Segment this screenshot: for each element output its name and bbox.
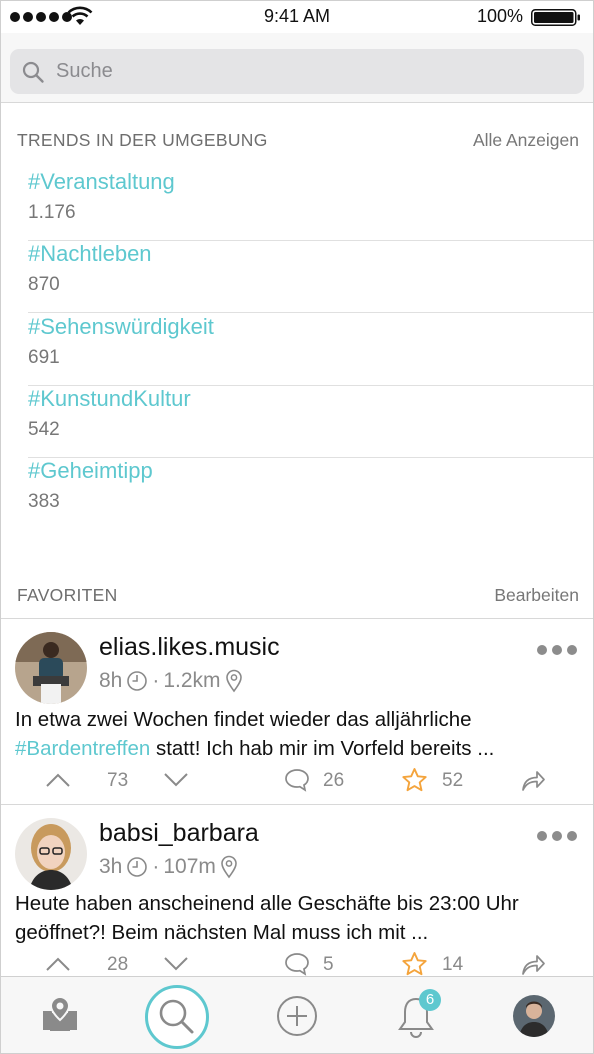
vote-count: 73	[107, 770, 129, 791]
post-age: 3h	[99, 855, 123, 878]
downvote-icon[interactable]	[163, 772, 189, 788]
upvote-icon[interactable]	[45, 772, 71, 788]
trend-item[interactable]: #Sehenswürdigkeit 691	[28, 314, 593, 386]
post-hashtag[interactable]: #Bardentreffen	[15, 737, 150, 760]
trend-count: 1.176	[28, 202, 76, 223]
post-text-part: statt! Ich hab mir im Vorfeld bereits ..…	[150, 737, 495, 760]
trend-item[interactable]: #Geheimtipp 383	[28, 458, 593, 530]
notification-badge: 6	[419, 989, 441, 1011]
search-input[interactable]: Suche	[10, 49, 584, 94]
username[interactable]: elias.likes.music	[99, 633, 280, 662]
post-text[interactable]: In etwa zwei Wochen findet wieder das al…	[15, 705, 581, 763]
post-distance: 107m	[163, 855, 216, 878]
trend-count: 542	[28, 419, 60, 440]
battery-icon	[531, 9, 580, 26]
upvote-icon[interactable]	[45, 956, 71, 972]
post-actions: 28 5 14	[1, 951, 593, 976]
star-icon[interactable]	[401, 951, 428, 976]
tab-bar: 6	[1, 976, 593, 1053]
username[interactable]: babsi_barbara	[99, 819, 259, 848]
trend-tag: #KunstundKultur	[28, 386, 191, 411]
trend-item[interactable]: #KunstundKultur 542	[28, 386, 593, 458]
post-meta: 8h · 1.2km	[99, 669, 243, 693]
search-bar: Suche	[1, 33, 593, 103]
search-icon[interactable]	[144, 984, 210, 1050]
location-pin-icon	[221, 855, 237, 879]
trend-tag: #Nachtleben	[28, 241, 152, 266]
trend-count: 383	[28, 491, 60, 512]
more-options-icon[interactable]	[537, 645, 577, 655]
post-meta: 3h · 107m	[99, 855, 238, 879]
comment-icon[interactable]	[284, 768, 310, 792]
star-icon[interactable]	[401, 767, 428, 793]
star-count: 52	[442, 770, 464, 791]
location-pin-icon	[225, 669, 242, 693]
star-count: 14	[442, 954, 464, 975]
trend-count: 870	[28, 274, 60, 295]
favorites-title: FAVORITEN	[17, 585, 118, 605]
battery-percent: 100%	[476, 6, 523, 26]
trend-count: 691	[28, 347, 60, 368]
add-icon[interactable]	[276, 995, 318, 1037]
share-icon[interactable]	[520, 768, 546, 792]
share-icon[interactable]	[520, 952, 546, 976]
vote-count: 28	[107, 954, 129, 975]
search-placeholder: Suche	[56, 60, 113, 82]
comment-count: 26	[323, 770, 345, 791]
avatar[interactable]	[15, 632, 87, 704]
post-distance: 1.2km	[163, 669, 221, 692]
post-text-part: Heute haben anscheinend alle Geschäfte b…	[15, 892, 519, 944]
post-card[interactable]: elias.likes.music 8h · 1.2km In etwa zwe…	[1, 619, 593, 804]
downvote-icon[interactable]	[163, 956, 189, 972]
trend-tag: #Veranstaltung	[28, 169, 175, 194]
trends-title: TRENDS IN DER UMGEBUNG	[17, 130, 268, 150]
post-text-part: In etwa zwei Wochen findet wieder das al…	[15, 708, 472, 731]
status-bar: 9:41 AM 100%	[1, 1, 593, 33]
clock-icon	[127, 857, 148, 877]
more-options-icon[interactable]	[537, 831, 577, 841]
meta-separator: ·	[152, 669, 160, 692]
post-actions: 73 26 52	[1, 767, 593, 797]
map-pin-icon[interactable]	[38, 995, 82, 1035]
app-screen: 9:41 AM 100% Suche TRENDS IN DER UMGEBUN…	[0, 0, 594, 1054]
meta-separator: ·	[152, 855, 160, 878]
post-age: 8h	[99, 669, 123, 692]
trend-tag: #Sehenswürdigkeit	[28, 314, 214, 339]
avatar[interactable]	[15, 818, 87, 890]
edit-link[interactable]: Bearbeiten	[494, 585, 579, 606]
clock-icon	[127, 671, 148, 691]
trend-tag: #Geheimtipp	[28, 458, 153, 483]
comment-count: 5	[323, 954, 334, 975]
post-card[interactable]: babsi_barbara 3h · 107m Heute haben ansc…	[1, 805, 593, 976]
trend-item[interactable]: #Nachtleben 870	[28, 241, 593, 313]
post-text[interactable]: Heute haben anscheinend alle Geschäfte b…	[15, 889, 581, 947]
trend-item[interactable]: #Veranstaltung 1.176	[28, 169, 593, 241]
show-all-link[interactable]: Alle Anzeigen	[473, 130, 579, 151]
comment-icon[interactable]	[284, 952, 310, 976]
search-icon	[22, 61, 44, 83]
profile-avatar[interactable]	[513, 995, 555, 1037]
